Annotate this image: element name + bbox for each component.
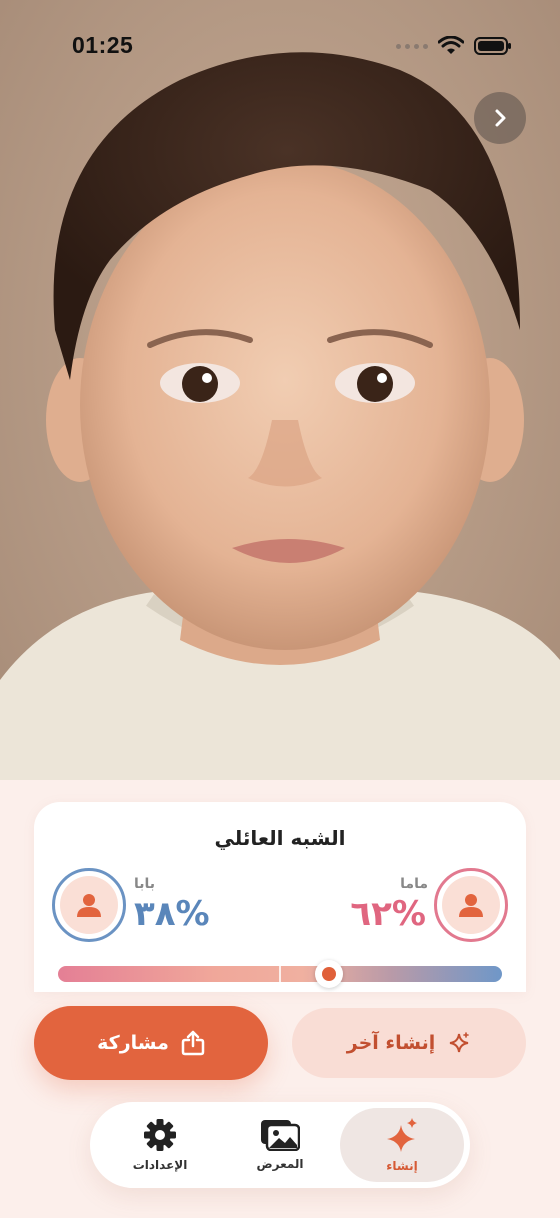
resemblance-bar bbox=[58, 960, 502, 988]
signal-dots-icon bbox=[396, 43, 428, 49]
back-button[interactable] bbox=[474, 92, 526, 144]
status-time: 01:25 bbox=[72, 32, 134, 58]
tab-gallery[interactable]: المعرض bbox=[218, 1108, 342, 1182]
tab-create[interactable]: إنشاء bbox=[340, 1108, 464, 1182]
tab-settings-label: الإعدادات bbox=[132, 1158, 188, 1172]
card-title: الشبه العائلي bbox=[214, 826, 346, 850]
dad-percent: ٣٨% bbox=[134, 894, 210, 934]
person-icon bbox=[77, 894, 101, 917]
share-label: مشاركة bbox=[97, 1032, 169, 1054]
battery-icon bbox=[474, 37, 511, 55]
resemblance-indicator bbox=[315, 960, 343, 988]
tab-gallery-label: المعرض bbox=[256, 1157, 304, 1171]
dad-label: بابا bbox=[134, 876, 156, 892]
dad-avatar bbox=[52, 868, 126, 942]
create-another-button[interactable]: إنشاء آخر bbox=[292, 1008, 526, 1078]
status-icons bbox=[396, 36, 512, 56]
tab-bar: إنشاء المعرض الإعدادات bbox=[90, 1102, 470, 1188]
mom-avatar bbox=[434, 868, 508, 942]
share-icon bbox=[181, 1030, 205, 1056]
gear-icon bbox=[144, 1119, 176, 1151]
tab-create-label: إنشاء bbox=[386, 1159, 418, 1173]
sparkles-icon bbox=[387, 1118, 417, 1152]
bar-midpoint bbox=[279, 966, 281, 982]
tab-settings[interactable]: الإعدادات bbox=[98, 1108, 222, 1182]
share-button[interactable]: مشاركة bbox=[34, 1006, 268, 1080]
photos-icon bbox=[261, 1120, 300, 1151]
create-another-label: إنشاء آخر bbox=[346, 1032, 436, 1054]
chevron-right-icon bbox=[495, 109, 506, 127]
wifi-icon bbox=[438, 36, 464, 54]
mom-label: ماما bbox=[400, 876, 428, 892]
sparkles-icon bbox=[450, 1032, 470, 1053]
person-icon bbox=[459, 894, 483, 917]
family-resemblance-card: الشبه العائلي ماما ٦٢% بابا ٣٨% bbox=[34, 802, 526, 992]
mom-percent: ٦٢% bbox=[350, 894, 426, 934]
